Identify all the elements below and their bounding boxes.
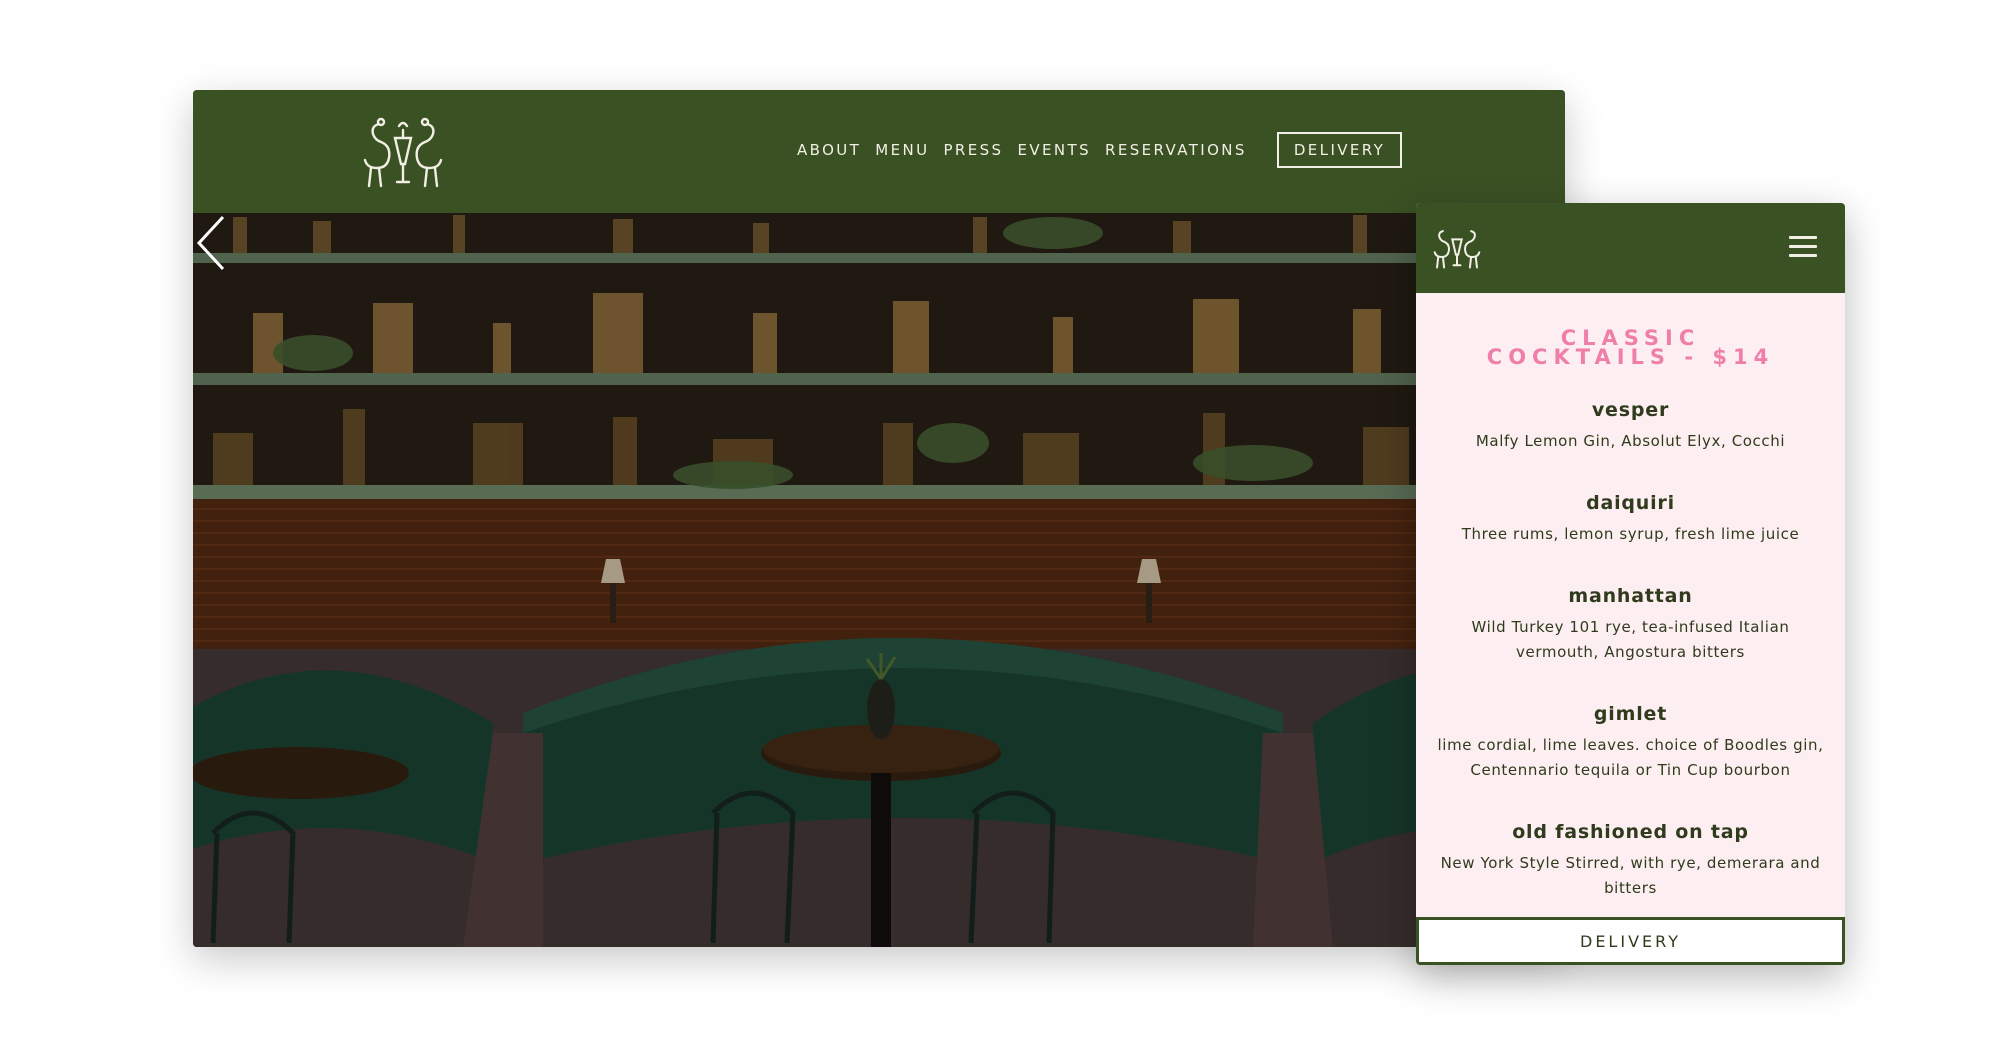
nav-reservations[interactable]: RESERVATIONS [1105, 141, 1247, 159]
nav-menu[interactable]: MENU [875, 141, 929, 159]
menu-item-name: vesper [1591, 399, 1670, 421]
desktop-mockup: ABOUT MENU PRESS EVENTS RESERVATIONS DEL… [193, 90, 1565, 947]
hamburger-menu-icon[interactable] [1789, 236, 1817, 258]
menu-item-description: New York Style Stirred, with rye, demera… [1440, 854, 1821, 897]
menu-item-description: Three rums, lemon syrup, fresh lime juic… [1461, 525, 1800, 543]
menu-item-description: lime cordial, lime leaves. choice of Boo… [1437, 736, 1824, 779]
menu-item-name: old fashioned on tap [1512, 821, 1749, 843]
desktop-header: ABOUT MENU PRESS EVENTS RESERVATIONS DEL… [193, 90, 1565, 213]
nav-about[interactable]: ABOUT [797, 141, 861, 159]
flamingo-logo-icon[interactable] [357, 112, 449, 190]
nav-events[interactable]: EVENTS [1017, 141, 1091, 159]
main-nav: ABOUT MENU PRESS EVENTS RESERVATIONS DEL… [797, 132, 1403, 168]
hero-slideshow [193, 213, 1565, 947]
menu-item: old fashioned on tap New York Style Stir… [1430, 821, 1831, 901]
hamburger-line [1789, 236, 1817, 239]
mobile-mockup: CLASSIC COCKTAILS - $14 vesper Malfy Lem… [1416, 203, 1845, 965]
chevron-left-icon[interactable] [193, 213, 233, 273]
menu-item: daiquiri Three rums, lemon syrup, fresh … [1430, 492, 1831, 547]
menu-item: vesper Malfy Lemon Gin, Absolut Elyx, Co… [1430, 399, 1831, 454]
menu-item: gimlet lime cordial, lime leaves. choice… [1430, 703, 1831, 783]
delivery-button[interactable]: DELIVERY [1276, 132, 1403, 168]
menu-item-name: gimlet [1593, 703, 1668, 725]
menu-item-description: Wild Turkey 101 rye, tea-infused Italian… [1471, 618, 1790, 661]
mobile-header [1416, 203, 1845, 293]
menu-item-name: manhattan [1568, 585, 1693, 607]
nav-press[interactable]: PRESS [943, 141, 1003, 159]
menu-item-name: daiquiri [1586, 492, 1675, 514]
menu-item-description: Malfy Lemon Gin, Absolut Elyx, Cocchi [1475, 432, 1786, 450]
hamburger-line [1789, 245, 1817, 248]
cocktail-menu: CLASSIC COCKTAILS - $14 vesper Malfy Lem… [1416, 326, 1845, 939]
menu-item: manhattan Wild Turkey 101 rye, tea-infus… [1430, 585, 1831, 665]
mobile-delivery-button[interactable]: DELIVERY [1416, 917, 1845, 965]
flamingo-logo-icon[interactable] [1430, 224, 1484, 270]
bar-interior-image [193, 213, 1565, 947]
hamburger-line [1789, 254, 1817, 257]
section-title: CLASSIC COCKTAILS - $14 [1486, 326, 1775, 369]
